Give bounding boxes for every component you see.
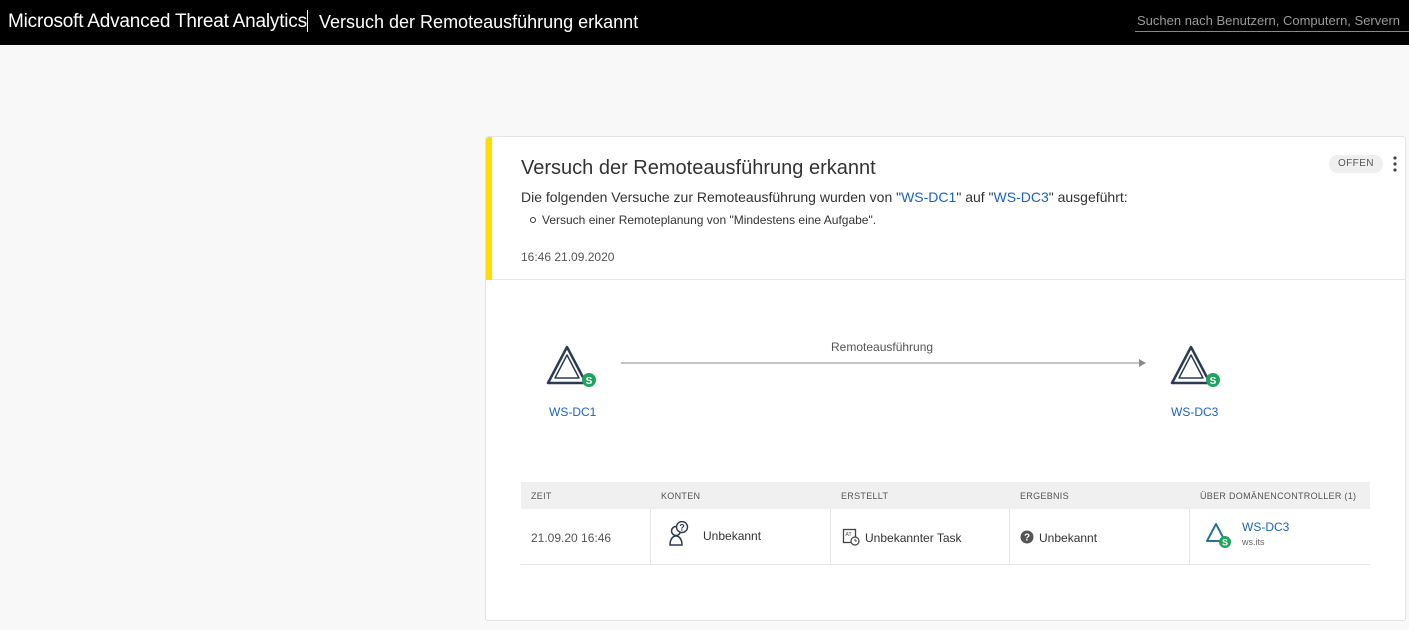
table-row[interactable]: 21.09.20 16:46 ? Unbekannt AT Unbekannte… <box>521 509 1370 565</box>
domain-controller-icon: S <box>1206 522 1234 555</box>
header-zeit: ZEIT <box>531 491 552 501</box>
header-domaenencontroller: ÜBER DOMÄNENCONTROLLER (1) <box>1200 491 1357 501</box>
activity-diagram: S WS-DC1 Remoteausführung S WS-DC3 <box>486 281 1405 461</box>
row-created: Unbekannter Task <box>865 531 962 545</box>
svg-text:S: S <box>1222 538 1228 548</box>
page-title: Versuch der Remoteausführung erkannt <box>319 12 639 32</box>
table-header: ZEIT KONTEN ERSTELLT ERGEBNIS ÜBER DOMÄN… <box>521 482 1370 509</box>
domain-controller-icon[interactable]: S <box>1170 345 1220 391</box>
detail-bullet: Versuch einer Remoteplanung von "Mindest… <box>530 213 876 227</box>
description-suffix: " ausgeführt: <box>1048 189 1128 205</box>
column-divider <box>830 509 831 565</box>
vertical-ellipsis-icon[interactable] <box>1389 154 1401 176</box>
top-bar: Microsoft Advanced Threat Analytics Vers… <box>0 0 1409 45</box>
arrow-right-icon <box>621 356 1146 368</box>
svg-text:AT: AT <box>846 532 852 538</box>
scheduled-task-icon: AT <box>842 528 860 551</box>
question-circle-icon: ? <box>1020 530 1034 549</box>
row-result: Unbekannt <box>1039 531 1098 545</box>
title-separator <box>307 10 308 32</box>
row-dc-domain: ws.its <box>1242 537 1265 547</box>
description-prefix: Die folgenden Versuche zur Remoteausführ… <box>521 189 902 205</box>
svg-text:S: S <box>1210 376 1217 387</box>
alert-title: Versuch der Remoteausführung erkannt <box>521 157 876 179</box>
column-divider <box>1189 509 1190 565</box>
alert-header: Versuch der Remoteausführung erkannt OFF… <box>486 137 1405 280</box>
row-dc-link[interactable]: WS-DC3 <box>1242 520 1289 534</box>
unknown-user-icon: ? <box>666 520 690 552</box>
app-title[interactable]: Microsoft Advanced Threat Analytics <box>8 11 307 33</box>
column-divider <box>650 509 651 565</box>
header-ergebnis: ERGEBNIS <box>1020 491 1069 501</box>
svg-text:?: ? <box>679 523 685 533</box>
header-erstellt: ERSTELLT <box>841 491 889 501</box>
severity-accent-bar <box>486 137 492 280</box>
svg-text:?: ? <box>1024 533 1030 544</box>
column-divider <box>1009 509 1010 565</box>
bullet-text: Versuch einer Remoteplanung von "Mindest… <box>542 213 877 227</box>
edge-label: Remoteausführung <box>831 340 934 354</box>
domain-controller-icon[interactable]: S <box>546 345 596 391</box>
svg-text:S: S <box>586 376 593 387</box>
header-konten: KONTEN <box>661 491 701 501</box>
target-node-label[interactable]: WS-DC3 <box>1171 405 1218 419</box>
row-time: 21.09.20 16:46 <box>531 531 612 545</box>
description-middle: " auf " <box>956 189 994 205</box>
status-badge[interactable]: OFFEN <box>1329 155 1383 173</box>
alert-timestamp: 16:46 21.09.2020 <box>521 250 615 264</box>
alert-card: Versuch der Remoteausführung erkannt OFF… <box>485 136 1406 621</box>
source-node-label[interactable]: WS-DC1 <box>549 405 596 419</box>
source-computer-link[interactable]: WS-DC1 <box>901 189 956 205</box>
bullet-circle-icon <box>530 217 536 223</box>
alert-description: Die folgenden Versuche zur Remoteausführ… <box>521 189 1128 205</box>
search-input[interactable] <box>1135 10 1409 32</box>
target-computer-link[interactable]: WS-DC3 <box>994 189 1049 205</box>
row-account: Unbekannt <box>703 529 762 543</box>
